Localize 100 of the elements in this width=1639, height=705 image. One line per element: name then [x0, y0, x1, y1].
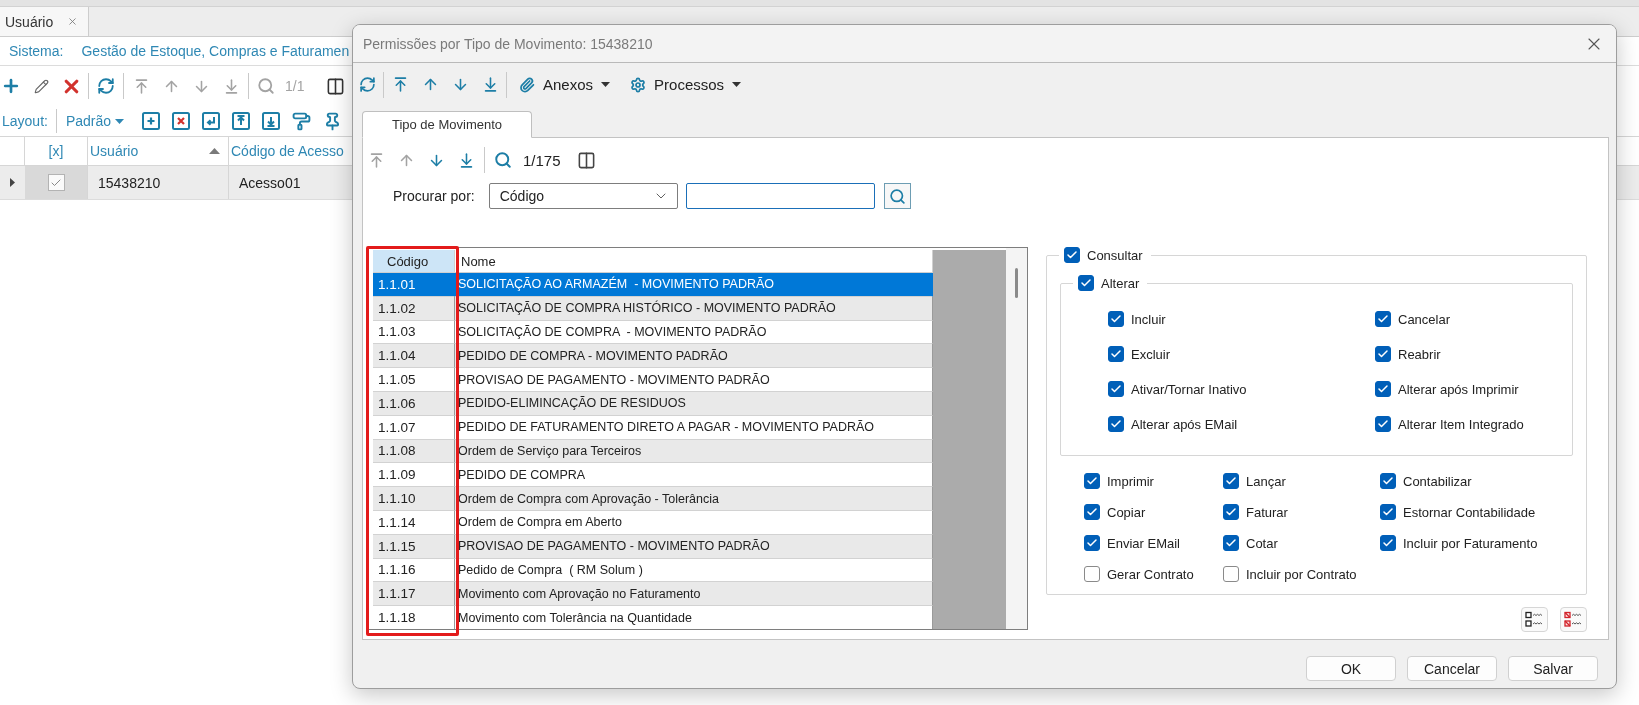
search-field-dropdown[interactable]: Código	[488, 183, 678, 209]
checkbox[interactable]	[1084, 535, 1100, 551]
document-tab[interactable]: Usuário	[0, 7, 90, 36]
table-row[interactable]: 1.1.10 Ordem de Compra com Aprovação - Tolerância	[373, 487, 933, 511]
table-row[interactable]: 1.1.01 SOLICITAÇÃO AO ARMAZÉM - MOVIMENTO PADRÃO	[373, 273, 933, 297]
search-button[interactable]	[883, 183, 911, 209]
checkbox-label: Gerar Contrato	[1107, 566, 1194, 582]
checkbox-label: Copiar	[1107, 504, 1146, 520]
table-row[interactable]: 1.1.14 Ordem de Compra em Aberto	[373, 510, 933, 535]
table-cell: 1.1.10	[373, 487, 455, 511]
square-plus-icon[interactable]	[142, 112, 161, 130]
checkbox-label: Enviar EMail	[1107, 535, 1180, 551]
table-row[interactable]: 1.1.06 PEDIDO-ELIMINCAÇÃO DE RESIDUOS	[373, 392, 933, 416]
checkbox[interactable]	[1084, 566, 1100, 582]
checkbox-label: Alterar Item Integrado	[1398, 416, 1524, 432]
tick-icon	[1377, 313, 1389, 325]
square-x-icon[interactable]	[172, 112, 191, 130]
checkbox[interactable]	[1108, 346, 1124, 362]
field-label: Sistema:	[9, 43, 64, 59]
search-icon	[257, 77, 275, 95]
tick-icon	[1225, 475, 1237, 487]
table-row[interactable]: 1.1.15 PROVISAO DE PAGAMENTO - MOVIMENTO PADRÃO	[373, 534, 933, 559]
table-row[interactable]: 1.1.16 Pedido de Compra ( RM Solum )	[373, 558, 933, 583]
table-cell: 1.1.18	[373, 606, 455, 629]
cancel-button[interactable]: Cancelar	[1407, 656, 1497, 681]
refresh-icon	[358, 76, 376, 93]
table-row[interactable]: 1.1.08 Ordem de Serviço para Terceiros	[373, 439, 933, 464]
search-icon	[494, 151, 512, 169]
checklist-icon	[1525, 611, 1544, 628]
table-row[interactable]: 1.1.17 Movimento com Aprovação no Faturamento	[373, 582, 933, 607]
ok-button[interactable]: OK	[1306, 656, 1396, 681]
close-icon[interactable]	[67, 16, 79, 27]
table-cell: 1.1.06	[373, 392, 455, 416]
attachments-menu-button[interactable]: Anexos	[511, 71, 617, 98]
column-header[interactable]: Usuário	[88, 137, 229, 165]
caret-icon	[601, 82, 611, 87]
layout-dropdown[interactable]: Padrão	[61, 109, 129, 133]
scrollbar-thumb[interactable]	[1015, 268, 1018, 298]
window-title: Permissões por Tipo de Movimento: 15438210	[363, 35, 653, 52]
column-header[interactable]: Código	[373, 250, 455, 273]
checkbox[interactable]	[1375, 416, 1391, 432]
pencil-icon	[33, 78, 49, 94]
checkbox[interactable]	[1084, 504, 1100, 520]
tick-icon	[1066, 249, 1078, 261]
processes-menu-button[interactable]: Processos	[622, 71, 748, 98]
checkbox[interactable]	[1084, 473, 1100, 489]
table-row[interactable]: 1.1.07 PEDIDO DE FATURAMENTO DIRETO A PAGAR - MOVIMENTO PADRÃO	[373, 415, 933, 440]
checkbox[interactable]	[1375, 346, 1391, 362]
save-button[interactable]: Salvar	[1508, 656, 1598, 681]
checkbox[interactable]	[1223, 566, 1239, 582]
search-input[interactable]	[685, 183, 875, 209]
checkbox[interactable]	[1108, 381, 1124, 397]
table-cell: 1.1.05	[373, 368, 455, 392]
checkbox[interactable]	[1375, 311, 1391, 327]
column-header[interactable]: Código de Acesso	[229, 137, 351, 165]
caret-icon	[115, 118, 125, 124]
square-arrow-up-icon[interactable]	[232, 112, 251, 130]
checkbox[interactable]	[47, 174, 65, 191]
panel-tab[interactable]: Tipo de Movimento	[362, 111, 532, 138]
table-cell: SOLICITAÇÃO DE COMPRA HISTÓRICO - MOVIMENTO PADRÃO	[455, 296, 933, 321]
record-counter: 1/175	[523, 151, 561, 169]
table-row[interactable]: 1.1.02 SOLICITAÇÃO DE COMPRA HISTÓRICO - MOVIMENTO PADRÃO	[373, 296, 933, 321]
checkbox[interactable]	[1108, 416, 1124, 432]
checkbox-label: Incluir	[1131, 311, 1166, 327]
table-cell: SOLICITAÇÃO AO ARMAZÉM - MOVIMENTO PADRÃO	[455, 273, 933, 297]
table-row[interactable]: 1.1.03 SOLICITAÇÃO DE COMPRA - MOVIMENTO PADRÃO	[373, 320, 933, 345]
checkbox[interactable]	[1223, 535, 1239, 551]
tick-icon	[1086, 475, 1098, 487]
checkbox[interactable]	[1078, 275, 1094, 291]
table-row[interactable]: 1.1.09 PEDIDO DE COMPRA	[373, 463, 933, 488]
checkbox[interactable]	[1223, 473, 1239, 489]
checkbox[interactable]	[1064, 247, 1080, 263]
checkbox[interactable]	[1380, 535, 1396, 551]
tick-icon	[1382, 506, 1394, 518]
row-pointer-icon	[10, 178, 15, 187]
table-cell: 1.1.02	[373, 296, 455, 321]
table-row[interactable]: 1.1.04 PEDIDO DE COMPRA - MOVIMENTO PADRÃO	[373, 344, 933, 369]
paint-roller-icon[interactable]	[292, 111, 312, 131]
checkbox[interactable]	[1223, 504, 1239, 520]
checkbox[interactable]	[1375, 381, 1391, 397]
checkbox[interactable]	[1108, 311, 1124, 327]
checkbox-label: Reabrir	[1398, 346, 1441, 362]
square-arrow-down-icon[interactable]	[262, 112, 281, 130]
tick-icon	[1110, 348, 1122, 360]
checklist-button[interactable]	[1521, 607, 1548, 632]
table-cell: PROVISAO DE PAGAMENTO - MOVIMENTO PADRÃO	[455, 368, 933, 392]
paperclip-icon	[519, 76, 535, 93]
column-header[interactable]: Nome	[455, 250, 933, 273]
refresh-icon	[97, 77, 115, 95]
table-row[interactable]: 1.1.05 PROVISAO DE PAGAMENTO - MOVIMENTO PADRÃO	[373, 368, 933, 392]
crossed-checklist-icon	[1564, 611, 1583, 628]
checkbox[interactable]	[1380, 473, 1396, 489]
checkbox[interactable]	[1380, 504, 1396, 520]
column-header[interactable]: [x]	[25, 137, 88, 165]
columns-icon	[577, 150, 597, 170]
tick-icon	[1225, 506, 1237, 518]
clear-checklist-button[interactable]	[1560, 607, 1587, 632]
checkbox-label: Imprimir	[1107, 473, 1154, 489]
scrollbar[interactable]	[1006, 248, 1027, 629]
table-cell: 1.1.01	[373, 273, 455, 297]
